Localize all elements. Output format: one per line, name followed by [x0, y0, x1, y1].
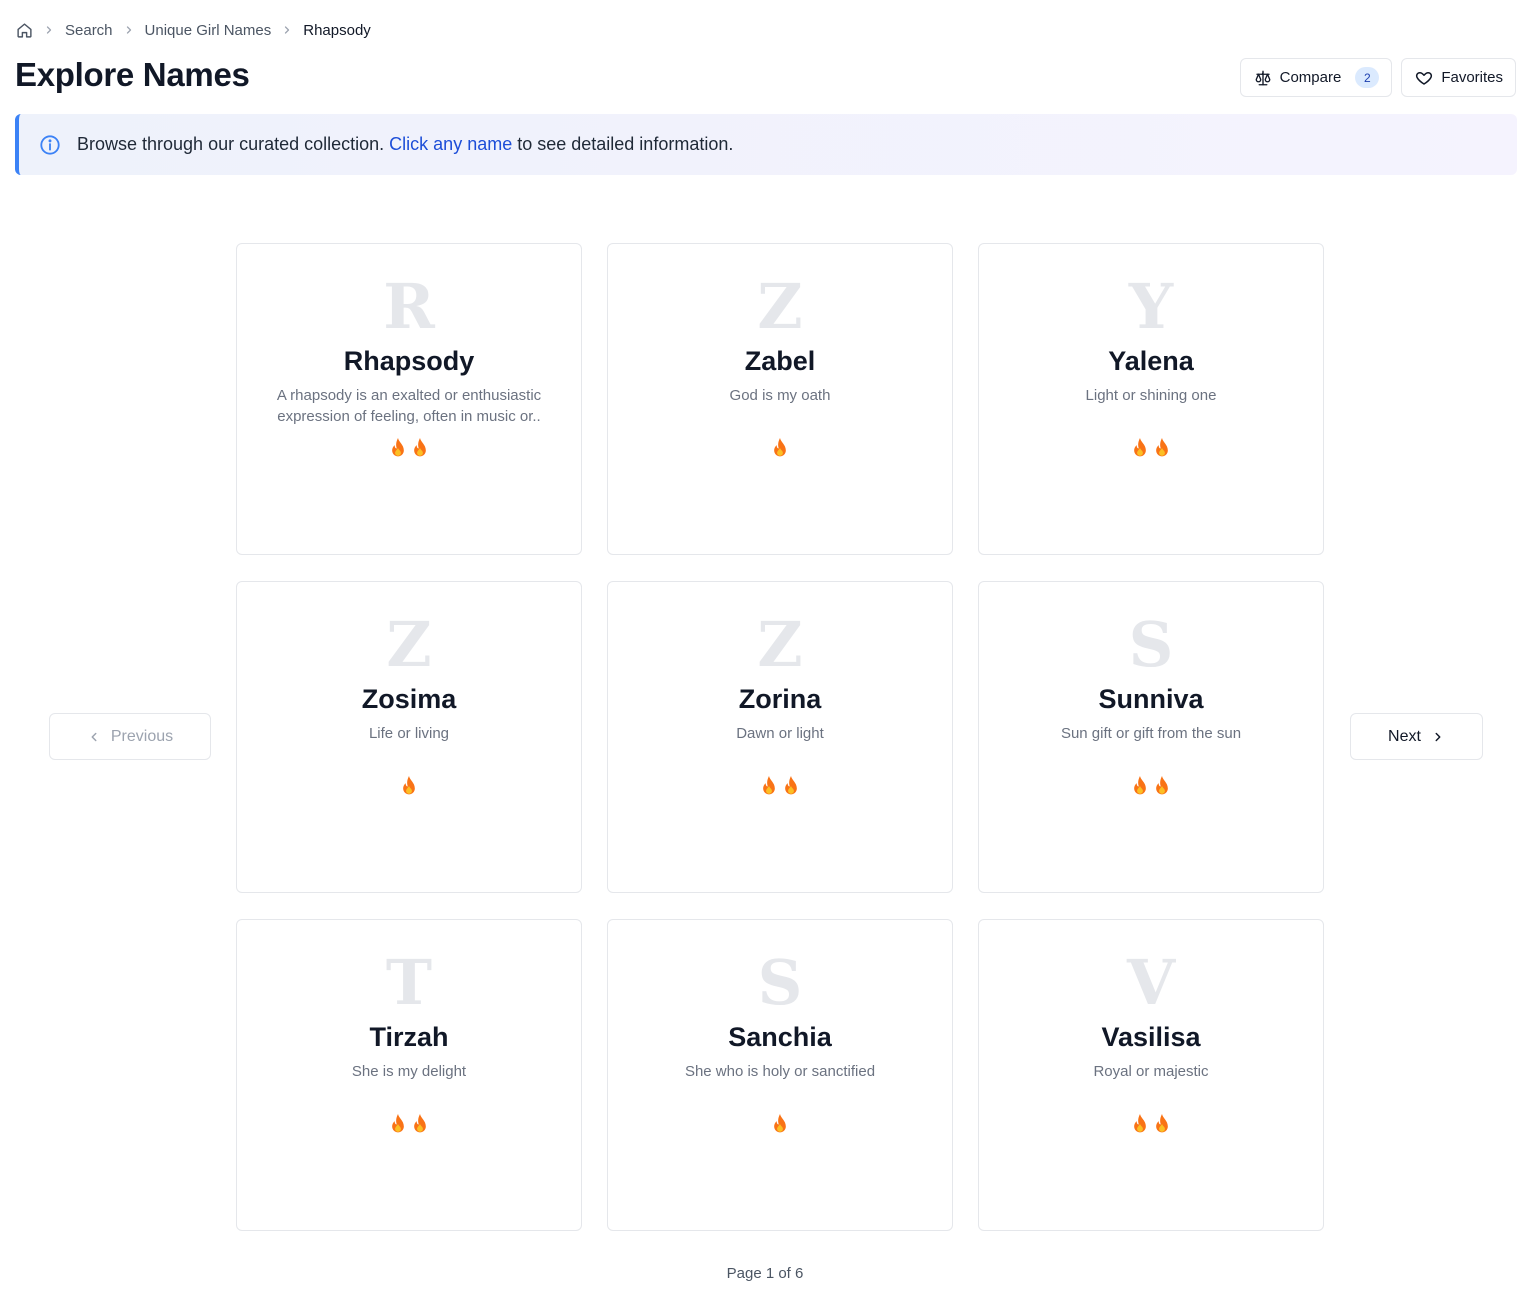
card-initial: Z [386, 608, 432, 681]
heart-icon [1415, 69, 1433, 87]
popularity-flames [770, 1113, 790, 1140]
flame-icon [759, 775, 779, 802]
popularity-flames [759, 775, 801, 802]
info-banner: Browse through our curated collection. C… [15, 114, 1517, 175]
next-label: Next [1388, 727, 1421, 745]
compare-count-badge: 2 [1355, 67, 1380, 88]
name-card[interactable]: V Vasilisa Royal or majestic [978, 919, 1324, 1231]
breadcrumb: Search Unique Girl Names Rhapsody [15, 19, 371, 41]
card-meaning: She who is holy or sanctified [684, 1063, 876, 1080]
flame-icon [388, 437, 408, 464]
page-indicator: Page 1 of 6 [726, 1265, 804, 1282]
name-card[interactable]: T Tirzah She is my delight [236, 919, 582, 1231]
info-link[interactable]: Click any name [389, 134, 512, 154]
flame-icon [388, 1113, 408, 1140]
name-card-grid: R Rhapsody A rhapsody is an exalted or ent… [236, 243, 1325, 1231]
name-card[interactable]: Z Zabel God is my oath [607, 243, 953, 555]
card-initial: V [1126, 946, 1176, 1019]
popularity-flames [1130, 775, 1172, 802]
flame-icon [770, 1113, 790, 1140]
card-name: Sunniva [1098, 684, 1204, 714]
breadcrumb-search[interactable]: Search [65, 22, 113, 39]
compare-label: Compare [1279, 69, 1342, 86]
name-card[interactable]: Z Zosima Life or living [236, 581, 582, 893]
name-card[interactable]: S Sanchia She who is holy or sanctified [607, 919, 953, 1231]
card-meaning: A rhapsody is an exalted or enthusiastic… [276, 387, 542, 425]
popularity-flames [388, 437, 430, 464]
flame-icon [1152, 1113, 1172, 1140]
card-name: Zabel [744, 346, 816, 376]
card-meaning: God is my oath [729, 387, 831, 404]
flame-icon [399, 775, 419, 802]
flame-icon [1130, 775, 1150, 802]
flame-icon [410, 437, 430, 464]
card-initial: Z [757, 608, 803, 681]
compare-button[interactable]: Compare 2 [1239, 58, 1393, 97]
card-meaning: Life or living [368, 725, 450, 742]
breadcrumb-current: Rhapsody [303, 21, 371, 39]
scale-icon [1254, 69, 1272, 87]
breadcrumb-unique-girl-names[interactable]: Unique Girl Names [145, 22, 272, 39]
card-meaning: Royal or majestic [1093, 1063, 1209, 1080]
header-actions: Compare 2 Favorites [1239, 58, 1516, 97]
info-text-before: Browse through our curated collection. [77, 134, 390, 154]
chevron-right-icon [41, 22, 57, 38]
favorites-button[interactable]: Favorites [1401, 58, 1516, 97]
card-initial: R [383, 270, 435, 343]
info-text: Browse through our curated collection. C… [77, 134, 733, 155]
flame-icon [410, 1113, 430, 1140]
popularity-flames [388, 1113, 430, 1140]
card-meaning: Dawn or light [736, 725, 824, 742]
name-card[interactable]: S Sunniva Sun gift or gift from the sun [978, 581, 1324, 893]
chevron-right-icon [121, 22, 137, 38]
name-card[interactable]: R Rhapsody A rhapsody is an exalted or ent… [236, 243, 582, 555]
chevron-right-icon [279, 22, 295, 38]
next-button[interactable]: Next [1350, 713, 1483, 760]
flame-icon [1152, 437, 1172, 464]
card-name: Yalena [1108, 346, 1194, 376]
popularity-flames [1130, 437, 1172, 464]
chevron-left-icon [87, 730, 101, 744]
card-initial: Y [1128, 270, 1174, 343]
flame-icon [770, 437, 790, 464]
name-card[interactable]: Z Zorina Dawn or light [607, 581, 953, 893]
previous-label: Previous [110, 727, 174, 745]
info-text-after: to see detailed information. [512, 134, 734, 154]
favorites-label: Favorites [1441, 69, 1503, 86]
flame-icon [1152, 775, 1172, 802]
flame-icon [1130, 1113, 1150, 1140]
card-initial: S [1128, 608, 1174, 681]
card-name: Vasilisa [1101, 1022, 1201, 1052]
flame-icon [781, 775, 801, 802]
card-name: Zosima [361, 684, 457, 714]
card-meaning: She is my delight [351, 1063, 467, 1080]
card-meaning: Sun gift or gift from the sun [1060, 725, 1242, 742]
card-name: Rhapsody [343, 346, 475, 376]
home-icon[interactable] [15, 21, 33, 39]
card-initial: T [385, 946, 433, 1019]
card-name: Sanchia [728, 1022, 832, 1052]
card-initial: Z [757, 270, 803, 343]
card-initial: S [757, 946, 803, 1019]
flame-icon [1130, 437, 1150, 464]
name-card[interactable]: Y Yalena Light or shining one [978, 243, 1324, 555]
previous-button[interactable]: Previous [49, 713, 211, 760]
page-title: Explore Names [15, 56, 250, 93]
card-name: Tirzah [369, 1022, 449, 1052]
info-icon [39, 134, 61, 156]
popularity-flames [770, 437, 790, 464]
card-name: Zorina [738, 684, 822, 714]
popularity-flames [1130, 1113, 1172, 1140]
card-meaning: Light or shining one [1085, 387, 1217, 404]
popularity-flames [399, 775, 419, 802]
chevron-right-icon [1431, 730, 1445, 744]
